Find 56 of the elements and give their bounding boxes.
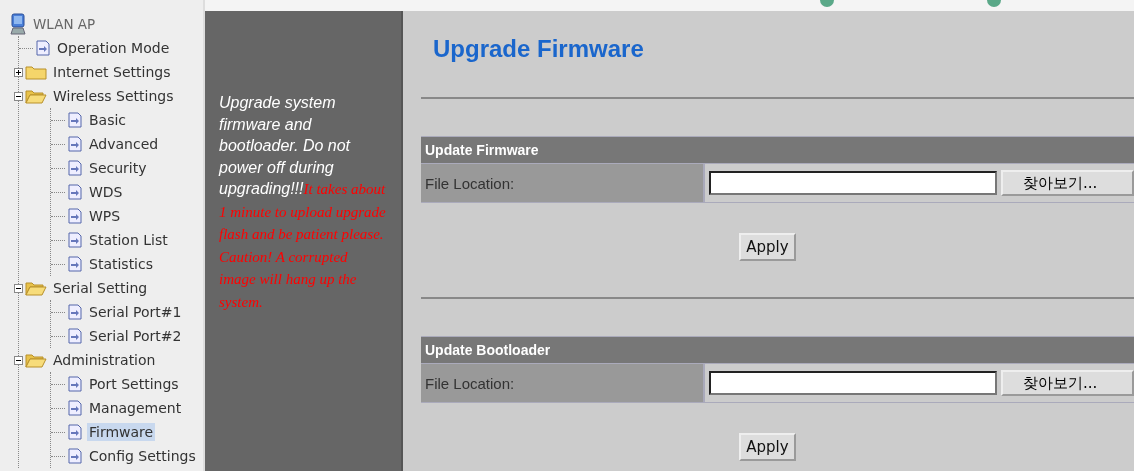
folder-icon bbox=[25, 88, 47, 104]
tree-item[interactable]: Advanced bbox=[87, 135, 161, 153]
page-icon bbox=[67, 376, 83, 392]
page-icon bbox=[67, 184, 83, 200]
browse-button[interactable]: 찾아보기... bbox=[1001, 370, 1134, 396]
page-title: Upgrade Firmware bbox=[433, 35, 645, 64]
file-input-field[interactable] bbox=[709, 171, 997, 195]
tree-item[interactable]: Wireless Settings bbox=[51, 87, 176, 105]
folder-icon bbox=[25, 280, 47, 296]
page-icon bbox=[67, 208, 83, 224]
page-icon bbox=[35, 40, 51, 56]
tree-item[interactable]: Port Settings bbox=[87, 375, 181, 393]
collapse-icon[interactable] bbox=[14, 91, 23, 101]
tree-item[interactable]: Serial Setting bbox=[51, 279, 150, 297]
tree-item[interactable]: Statistics bbox=[87, 255, 155, 273]
tree-item[interactable]: Serial Port#1 bbox=[87, 303, 184, 321]
tree-item[interactable]: Management bbox=[87, 399, 184, 417]
browse-button[interactable]: 찾아보기... bbox=[1001, 170, 1134, 196]
apply-button[interactable]: Apply bbox=[739, 233, 796, 261]
file-input-field[interactable] bbox=[709, 371, 997, 395]
folder-icon bbox=[25, 64, 47, 80]
tree-item[interactable]: Config Settings bbox=[87, 447, 198, 465]
expand-icon[interactable] bbox=[14, 67, 23, 77]
marker-icon bbox=[987, 0, 1001, 7]
field-label: File Location: bbox=[421, 164, 705, 202]
tree-item[interactable]: Operation Mode bbox=[55, 39, 172, 57]
page-icon bbox=[67, 328, 83, 344]
field-label: File Location: bbox=[421, 364, 705, 402]
page-icon bbox=[67, 136, 83, 152]
tree-item[interactable]: WLAN AP bbox=[31, 15, 98, 33]
collapse-icon[interactable] bbox=[14, 355, 23, 365]
computer-icon bbox=[9, 13, 27, 35]
tree-item[interactable]: Administration bbox=[51, 351, 158, 369]
tree-item[interactable]: WDS bbox=[87, 183, 125, 201]
tree-item[interactable]: Security bbox=[87, 159, 149, 177]
page-icon bbox=[67, 232, 83, 248]
page-icon bbox=[67, 424, 83, 440]
page-icon bbox=[67, 112, 83, 128]
section-header: Update Firmware bbox=[421, 137, 1134, 163]
folder-icon bbox=[25, 352, 47, 368]
tree-item[interactable]: WPS bbox=[87, 207, 123, 225]
page-icon bbox=[67, 448, 83, 464]
tree-item[interactable]: Basic bbox=[87, 111, 129, 129]
page-icon bbox=[67, 160, 83, 176]
tree-item[interactable]: Internet Settings bbox=[51, 63, 173, 81]
apply-button[interactable]: Apply bbox=[739, 433, 796, 461]
page-icon bbox=[67, 400, 83, 416]
tree-item[interactable]: Serial Port#2 bbox=[87, 327, 184, 345]
collapse-icon[interactable] bbox=[14, 283, 23, 293]
marker-icon bbox=[820, 0, 834, 7]
section-header: Update Bootloader bbox=[421, 337, 1134, 363]
page-icon bbox=[67, 256, 83, 272]
tree-item[interactable]: Station List bbox=[87, 231, 170, 249]
help-text: Upgrade system firmware and bootloader. Do not power off during upgrading!!!It takes about 1 minute to upload upgrade flash and be patient please. Caution! A corrupted image will hang up the system. bbox=[219, 93, 387, 312]
page-icon bbox=[67, 304, 83, 320]
tree-item[interactable]: Firmware bbox=[87, 423, 156, 441]
